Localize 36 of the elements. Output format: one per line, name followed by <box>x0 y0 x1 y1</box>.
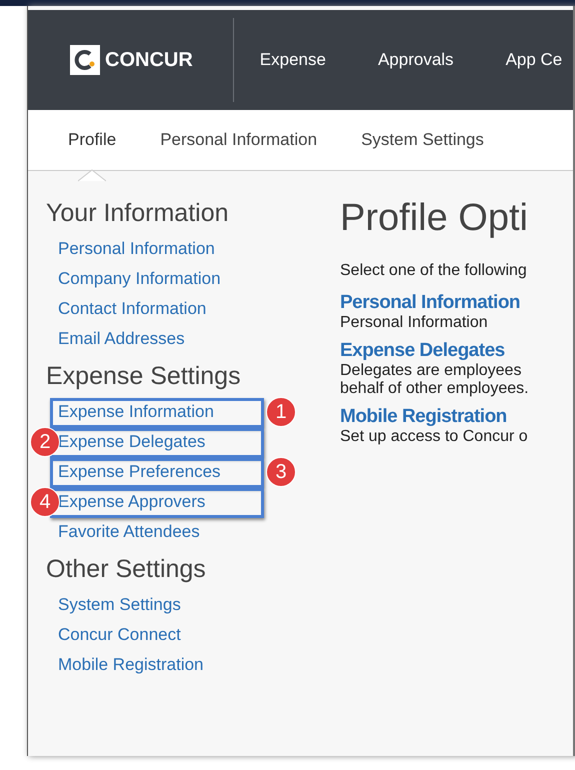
option-description: Personal Information <box>340 314 489 332</box>
logo-text: CONCUR <box>105 48 193 72</box>
number-badge: 3 <box>266 457 296 487</box>
sidebar-link[interactable]: Expense Preferences <box>58 462 221 482</box>
nav-link[interactable]: App Ce <box>506 50 562 70</box>
profile-tab[interactable]: Profile <box>68 130 116 150</box>
page-title: Profile Opti <box>340 197 529 240</box>
nav-link[interactable]: Approvals <box>378 50 454 70</box>
section-heading: Your Information <box>46 199 230 228</box>
number-badge: 1 <box>266 397 296 427</box>
logo-icon <box>70 45 100 75</box>
sidebar-link[interactable]: System Settings <box>58 595 181 615</box>
nav-link[interactable]: Expense <box>260 50 326 70</box>
option-link[interactable]: Expense Delegates <box>340 340 573 362</box>
number-badge: 2 <box>30 427 60 457</box>
option-description: Delegates are employees <box>340 362 522 380</box>
section-heading: Expense Settings <box>46 362 242 391</box>
sidebar-link[interactable]: Email Addresses <box>58 329 185 349</box>
sidebar-link[interactable]: Expense Approvers <box>58 492 206 512</box>
sidebar-link[interactable]: Expense Information <box>58 402 214 422</box>
sidebar-link[interactable]: Concur Connect <box>58 625 181 645</box>
option-description: Set up access to Concur o <box>340 428 529 446</box>
sidebar-link[interactable]: Contact Information <box>58 299 206 319</box>
section-heading: Other Settings <box>46 555 207 584</box>
sidebar-link[interactable]: Company Information <box>58 269 221 289</box>
profile-tab[interactable]: System Settings <box>361 130 484 150</box>
sidebar-link[interactable]: Favorite Attendees <box>58 522 200 542</box>
intro-text: Select one of the following <box>340 262 528 280</box>
number-badge: 4 <box>30 487 60 517</box>
sidebar-link[interactable]: Mobile Registration <box>58 655 204 675</box>
profile-tab[interactable]: Personal Information <box>160 130 318 150</box>
sidebar-link[interactable]: Expense Delegates <box>58 432 206 452</box>
sidebar-link[interactable]: Personal Information <box>58 239 215 259</box>
option-link[interactable]: Mobile Registration <box>340 406 573 428</box>
option-link[interactable]: Personal Information <box>340 292 573 314</box>
option-description: behalf of other employees. <box>340 380 530 398</box>
